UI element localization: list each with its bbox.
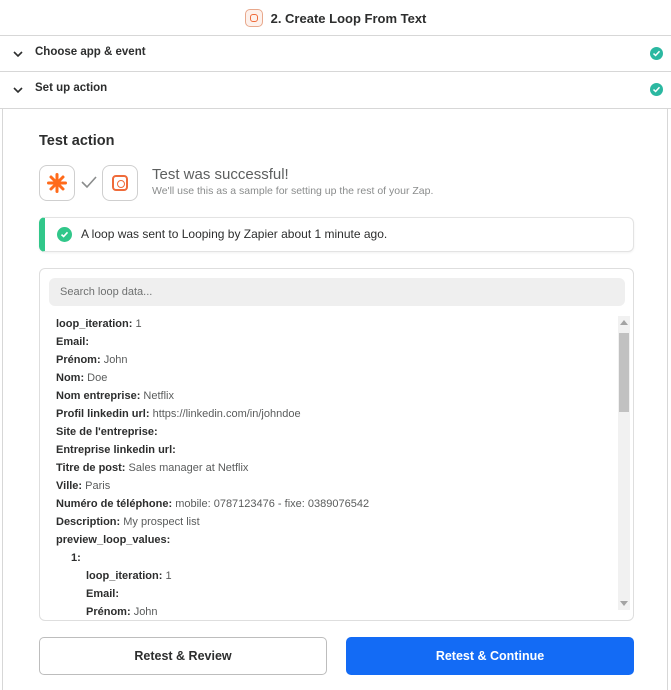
- data-key: Site de l'entreprise:: [56, 426, 158, 438]
- check-icon: [650, 47, 663, 60]
- data-line: Profil linkedin url: https://linkedin.co…: [56, 406, 301, 424]
- scrollbar[interactable]: [618, 316, 630, 610]
- data-key: Profil linkedin url:: [56, 408, 150, 420]
- section-choose-app-event[interactable]: Choose app & event: [0, 36, 671, 72]
- data-key: Nom:: [56, 372, 85, 384]
- data-value: 1: [165, 570, 172, 582]
- data-line: Titre de post: Sales manager at Netflix: [56, 460, 248, 478]
- step-title: 2. Create Loop From Text: [270, 10, 427, 26]
- data-line: Nom entreprise: Netflix: [56, 388, 174, 406]
- data-line: Entreprise linkedin url:: [56, 442, 176, 460]
- section-set-up-action[interactable]: Set up action: [0, 72, 671, 109]
- data-key: Prénom:: [86, 606, 131, 616]
- success-title: Test was successful!: [152, 166, 289, 183]
- loop-icon: [244, 9, 263, 27]
- data-key: Email:: [86, 588, 120, 600]
- data-line: Ville: Paris: [56, 478, 110, 496]
- looping-icon: [102, 165, 138, 201]
- chevron-down-icon: [13, 51, 23, 58]
- test-action-title: Test action: [39, 133, 115, 149]
- loop-data-panel: loop_iteration: 1 Email: Prénom: John No…: [39, 268, 634, 621]
- section-label: Set up action: [35, 82, 108, 94]
- retest-continue-button[interactable]: Retest & Continue: [346, 637, 634, 675]
- data-line: Email:: [56, 334, 89, 352]
- scrollbar-thumb[interactable]: [619, 333, 629, 412]
- data-value: John: [103, 354, 128, 366]
- chevron-down-icon: [13, 87, 23, 94]
- data-value: mobile: 0787123476 - fixe: 0389076542: [175, 498, 370, 510]
- data-value: My prospect list: [123, 516, 200, 528]
- data-line: Email:: [86, 586, 119, 604]
- data-line: Site de l'entreprise:: [56, 424, 158, 442]
- data-line: Numéro de téléphone: mobile: 0787123476 …: [56, 496, 369, 514]
- zap-step-editor: 2. Create Loop From Text Choose app & ev…: [0, 0, 671, 690]
- data-key: Titre de post:: [56, 462, 126, 474]
- section-label: Choose app & event: [35, 46, 146, 58]
- data-key: Numéro de téléphone:: [56, 498, 173, 510]
- data-line: Nom: Doe: [56, 370, 107, 388]
- check-circle-icon: [57, 227, 72, 242]
- data-key: Description:: [56, 516, 121, 528]
- data-key: loop_iteration:: [86, 570, 163, 582]
- data-key: loop_iteration:: [56, 318, 133, 330]
- check-icon: [650, 83, 663, 96]
- loop-data-list: loop_iteration: 1 Email: Prénom: John No…: [56, 316, 616, 616]
- data-value: Sales manager at Netflix: [128, 462, 249, 474]
- data-key: Ville:: [56, 480, 83, 492]
- search-input[interactable]: [49, 278, 625, 306]
- data-line: loop_iteration: 1: [86, 568, 172, 586]
- data-value: Doe: [87, 372, 108, 384]
- data-line: Prénom: John: [56, 352, 128, 370]
- data-key: Nom entreprise:: [56, 390, 141, 402]
- data-line: 1:: [71, 550, 81, 568]
- success-subtitle: We'll use this as a sample for setting u…: [152, 185, 434, 197]
- data-key: Entreprise linkedin url:: [56, 444, 176, 456]
- scroll-down-arrow-icon[interactable]: [620, 601, 628, 606]
- alert-message: A loop was sent to Looping by Zapier abo…: [81, 227, 388, 241]
- data-line: Prénom: John: [86, 604, 158, 616]
- data-value: https://linkedin.com/in/johndoe: [152, 408, 301, 420]
- data-value: Netflix: [143, 390, 174, 402]
- zapier-asterisk-icon: [39, 165, 75, 201]
- data-value: John: [133, 606, 158, 616]
- connection-check-icon: [81, 176, 97, 189]
- step-header: 2. Create Loop From Text: [0, 0, 671, 36]
- data-line: Description: My prospect list: [56, 514, 200, 532]
- data-value: 1: [135, 318, 142, 330]
- data-key: preview_loop_values:: [56, 534, 171, 546]
- scroll-up-arrow-icon[interactable]: [620, 320, 628, 325]
- data-key: Email:: [56, 336, 90, 348]
- data-line: preview_loop_values:: [56, 532, 170, 550]
- success-alert: A loop was sent to Looping by Zapier abo…: [39, 217, 634, 252]
- data-key: Prénom:: [56, 354, 101, 366]
- data-value: Paris: [85, 480, 111, 492]
- data-key: 1:: [71, 552, 81, 564]
- retest-review-button[interactable]: Retest & Review: [39, 637, 327, 675]
- data-line: loop_iteration: 1: [56, 316, 142, 334]
